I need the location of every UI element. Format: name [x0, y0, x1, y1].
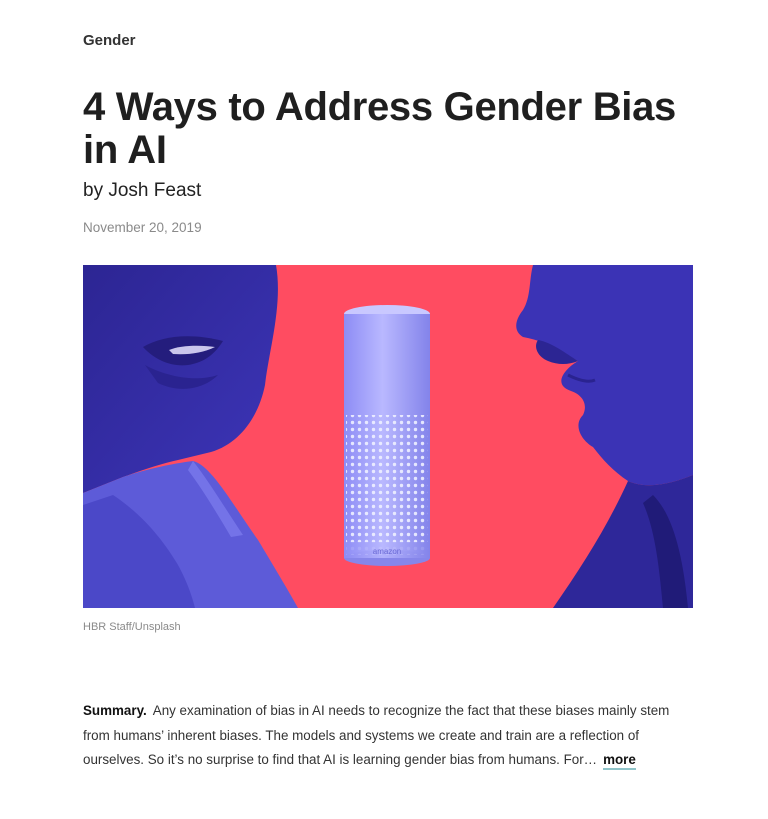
hero-illustration: amazon — [83, 265, 693, 608]
summary: Summary. Any examination of bias in AI ne… — [83, 699, 698, 773]
summary-label: Summary. — [83, 703, 147, 718]
summary-text: Any examination of bias in AI needs to r… — [83, 703, 670, 767]
speaker-brand-text: amazon — [373, 547, 401, 556]
hero-image: amazon — [83, 265, 693, 608]
more-link[interactable]: more — [603, 752, 636, 770]
byline: by Josh Feast — [83, 180, 201, 202]
article-title: 4 Ways to Address Gender Bias in AI — [83, 85, 676, 172]
smart-speaker: amazon — [344, 305, 430, 566]
topic-link[interactable]: Gender — [83, 32, 136, 49]
author-link[interactable]: Josh Feast — [108, 180, 201, 201]
image-credit: HBR Staff/Unsplash — [83, 621, 181, 633]
publish-date: November 20, 2019 — [83, 220, 202, 235]
byline-prefix: by — [83, 180, 104, 201]
